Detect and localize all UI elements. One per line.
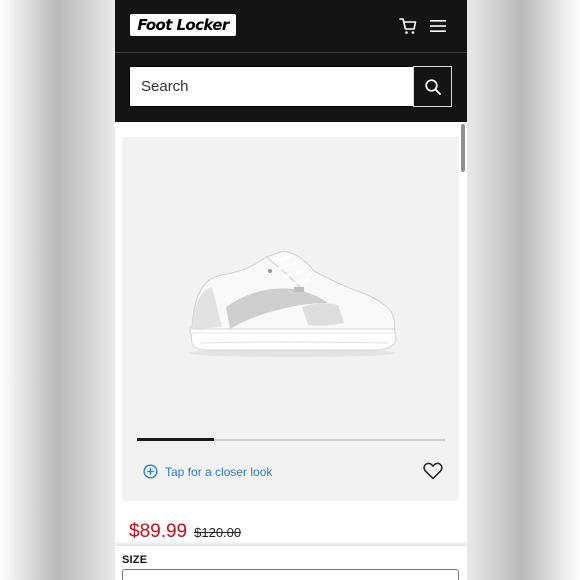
closer-look-link[interactable]: Tap for a closer look (143, 464, 272, 479)
search-icon (424, 78, 441, 95)
site-header: Foot Locker Search (115, 0, 467, 122)
search-button[interactable] (413, 66, 452, 107)
page-scrollbar[interactable] (461, 124, 465, 172)
size-label: SIZE (122, 554, 148, 566)
search-placeholder: Search (141, 78, 189, 95)
menu-icon[interactable] (428, 16, 448, 36)
logo-text: Foot Locker (137, 16, 229, 34)
original-price: $120.00 (194, 525, 242, 540)
white-sneaker-product-image (188, 250, 397, 357)
size-selector-panel: SIZE (115, 546, 467, 580)
plus-circle-icon (143, 464, 158, 479)
heart-icon[interactable] (423, 462, 443, 480)
size-select[interactable] (122, 569, 459, 580)
mobile-page: Foot Locker Search Tap for a closer look… (115, 0, 467, 580)
price-row: $89.99 $120.00 (129, 521, 241, 543)
cart-icon[interactable] (398, 16, 418, 36)
closer-look-label: Tap for a closer look (165, 464, 273, 479)
search-input[interactable]: Search (129, 66, 414, 107)
header-divider (115, 52, 467, 53)
foot-locker-logo[interactable]: Foot Locker (130, 14, 236, 36)
image-carousel-progress (137, 438, 445, 441)
carousel-progress-fill (137, 438, 214, 441)
product-gallery[interactable]: Tap for a closer look (122, 137, 459, 501)
sale-price: $89.99 (129, 521, 188, 542)
